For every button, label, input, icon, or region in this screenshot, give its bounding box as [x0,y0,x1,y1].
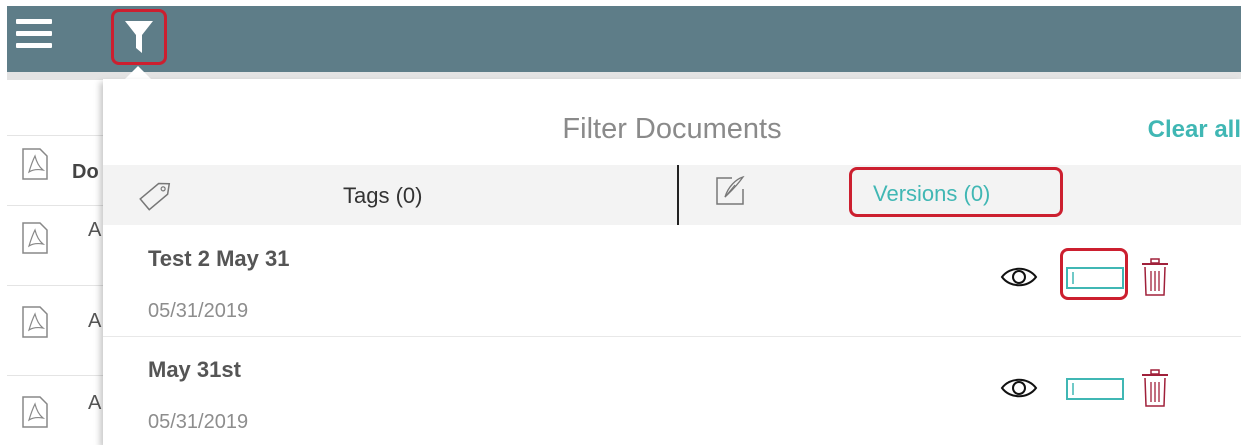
tab-versions[interactable]: Versions (0) [679,165,1241,225]
view-eye-icon[interactable] [1000,265,1038,289]
list-item-label: A [88,219,102,241]
filter-documents-panel: Filter Documents Clear all Tags (0) Vers… [103,79,1241,445]
list-item[interactable]: A [7,375,107,445]
funnel-filter-icon [125,21,153,53]
top-toolbar [7,6,1241,72]
tab-versions-label: Versions (0) [873,181,991,206]
version-row: Test 2 May 31 05/31/2019 [103,226,1241,337]
list-header-row: Do [7,135,107,206]
version-row: May 31st 05/31/2019 [103,337,1241,445]
clear-all-button[interactable]: Clear all [1148,116,1241,144]
dropdown-caret [124,66,152,80]
rename-field-icon[interactable] [1066,378,1124,400]
tab-tags[interactable]: Tags (0) [103,165,678,225]
tab-tags-label: Tags (0) [343,183,423,208]
version-name: May 31st [148,357,241,382]
pdf-file-icon [22,148,48,180]
rename-field-icon[interactable] [1066,267,1124,289]
document-list: Do A A A [7,80,107,445]
list-header-label: Do [72,161,99,183]
trash-icon[interactable] [1141,258,1169,296]
pdf-file-icon [22,222,48,254]
trash-icon[interactable] [1141,369,1169,407]
list-item[interactable]: A [7,205,107,285]
view-eye-icon[interactable] [1000,376,1038,400]
edit-document-icon [716,175,745,205]
pdf-file-icon [22,396,48,428]
tag-icon [139,182,171,211]
filter-tabs: Tags (0) Versions (0) [103,165,1241,225]
pdf-file-icon [22,306,48,338]
version-name: Test 2 May 31 [148,246,290,271]
list-item-label: A [88,310,102,332]
list-item[interactable]: A [7,285,107,375]
panel-title: Filter Documents [562,113,782,145]
hamburger-menu-icon[interactable] [16,19,52,49]
version-date: 05/31/2019 [148,300,249,322]
filter-button[interactable] [111,9,167,65]
version-date: 05/31/2019 [148,411,249,433]
list-item-label: A [88,392,102,414]
